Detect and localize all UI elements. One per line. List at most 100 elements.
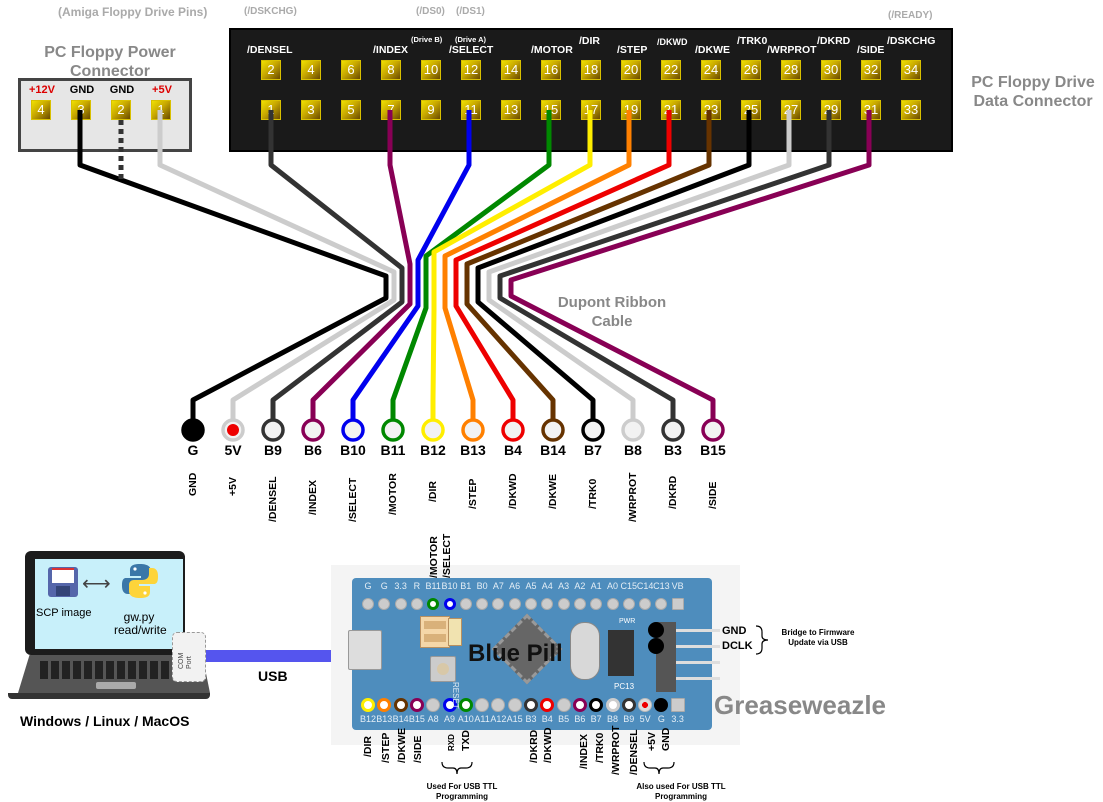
top-header-label: VB [671, 581, 684, 591]
wire-pin-label: B6 [304, 442, 322, 458]
wire-pin-label: B8 [624, 442, 642, 458]
wire-b9 [268, 110, 405, 430]
wire-end-dot [227, 424, 239, 436]
pin-annotation: /INDEX [578, 734, 590, 770]
wire-signal-label: /DKWE [547, 473, 559, 509]
ttl-note: Used For USB TTL Programming [426, 782, 498, 801]
pin-annotation: RXD [447, 733, 456, 751]
wire-end-connector [341, 418, 365, 442]
bottom-header-pin [589, 698, 604, 712]
bottom-header-pin [377, 698, 392, 712]
bottom-header-pin [393, 698, 408, 712]
wire-signal-label: /SELECT [347, 477, 359, 522]
bottom-header-pin [621, 698, 636, 712]
wire-signal-label: /MOTOR [387, 473, 399, 515]
pc13-label: PC13 [614, 682, 635, 691]
scp-image-label: SCP image [36, 607, 92, 619]
micro-usb-port [348, 630, 382, 670]
wire-pin-label: B10 [340, 442, 366, 458]
ttl-brace-icon-2 [643, 761, 675, 775]
pin-annotation: +5V [646, 731, 658, 751]
wire-end-connector [501, 418, 525, 442]
bottom-header-pin [524, 698, 538, 712]
ribbon-cable-title: Dupont Ribbon Cable [557, 294, 667, 330]
top-header-pin [492, 598, 505, 610]
top-header-pin [427, 598, 440, 610]
bottom-header-pin [605, 698, 620, 712]
top-header-pin [378, 598, 391, 610]
wire-pin-label: 5V [224, 442, 242, 458]
wire-signal-label: /WRPROT [627, 471, 639, 522]
wire-signal-label: +5V [227, 476, 239, 496]
top-header-pin [639, 598, 652, 610]
wire-5v [157, 110, 397, 430]
jumper-dot-gnd [648, 622, 664, 638]
top-header-pin [508, 598, 521, 610]
greaseweazle-title: Greaseweazle [714, 690, 887, 720]
pin-annotation: /DENSEL [628, 729, 640, 776]
top-header-pin [525, 598, 537, 610]
wire-signal-label: GND [187, 472, 199, 496]
top-header-pin [443, 598, 456, 610]
jumper-brace-icon [755, 625, 769, 655]
com-port-label: COM [178, 652, 185, 669]
wire-pin-label: B12 [420, 442, 446, 458]
top-header-pin [671, 598, 684, 610]
wire-pin-label: B7 [584, 442, 602, 458]
com-port-label-2: Port [186, 656, 193, 669]
wire-end-connector [261, 418, 285, 442]
reset-button[interactable] [430, 656, 456, 682]
bottom-header-pin [556, 698, 571, 712]
bottom-header-pin [475, 698, 490, 712]
pwr-label: PWR [619, 618, 636, 625]
pin-annotation: GND [660, 727, 672, 751]
voltage-regulator [608, 630, 634, 676]
pin-annotation: /DKRD [528, 729, 540, 763]
wire-signal-label: /DIR [427, 481, 439, 502]
bottom-header-pin [409, 698, 424, 712]
wire-signal-label: /DKWD [507, 472, 519, 509]
top-header-pin [394, 598, 407, 610]
ttl-note-2: Also used For USB TTL Programming [636, 782, 726, 801]
wire-end-connector [301, 418, 325, 442]
wire-pin-label: B9 [264, 442, 282, 458]
reset-label: RESET [451, 682, 460, 709]
wire-signal-label: /DENSEL [267, 475, 279, 522]
boot-jumper-block [420, 616, 450, 648]
pin-annotation: /SIDE [412, 735, 424, 763]
top-header-pin [362, 598, 374, 610]
ribbon-cable-wires [77, 110, 872, 442]
wire-end-connector [381, 418, 405, 442]
wire-end-connector [461, 418, 485, 442]
wire-end-connector [181, 418, 205, 442]
wire-end-connector [581, 418, 605, 442]
top-header-pin [557, 598, 570, 610]
bottom-header-pin [491, 698, 506, 712]
wire-end-connector [421, 418, 445, 442]
wire-b15 [508, 110, 872, 430]
wire-pin-label: B4 [504, 442, 522, 458]
wire-signal-label: /SIDE [707, 481, 719, 509]
jumper-label-dclk: DCLK [722, 640, 753, 652]
bottom-header-pin [670, 698, 685, 712]
top-header-pin [622, 598, 635, 610]
top-annotation-motor: /MOTOR [428, 536, 440, 578]
top-header-pin [590, 598, 603, 610]
floppy-disk-icon [48, 567, 78, 597]
jumper-label-gnd: GND [722, 625, 747, 637]
wire-signal-label: /DKRD [667, 475, 679, 509]
com-port: COM Port [172, 632, 206, 682]
top-header-pin [476, 598, 489, 610]
wire-g [77, 110, 389, 430]
top-annotation-select: /SELECT [441, 533, 453, 578]
blue-pill-title: Blue Pill [468, 640, 563, 667]
wire-pin-label: B3 [664, 442, 682, 458]
wire-pin-label: B15 [700, 442, 726, 458]
gw-py-mode: read/write [114, 623, 167, 637]
jumper-dot-dclk [648, 638, 664, 654]
bottom-header-pin [654, 698, 669, 712]
bottom-header-pin [361, 698, 375, 712]
bottom-header-pin [507, 698, 522, 712]
bottom-header-pin [540, 698, 555, 712]
bottom-header-pin [458, 698, 473, 712]
